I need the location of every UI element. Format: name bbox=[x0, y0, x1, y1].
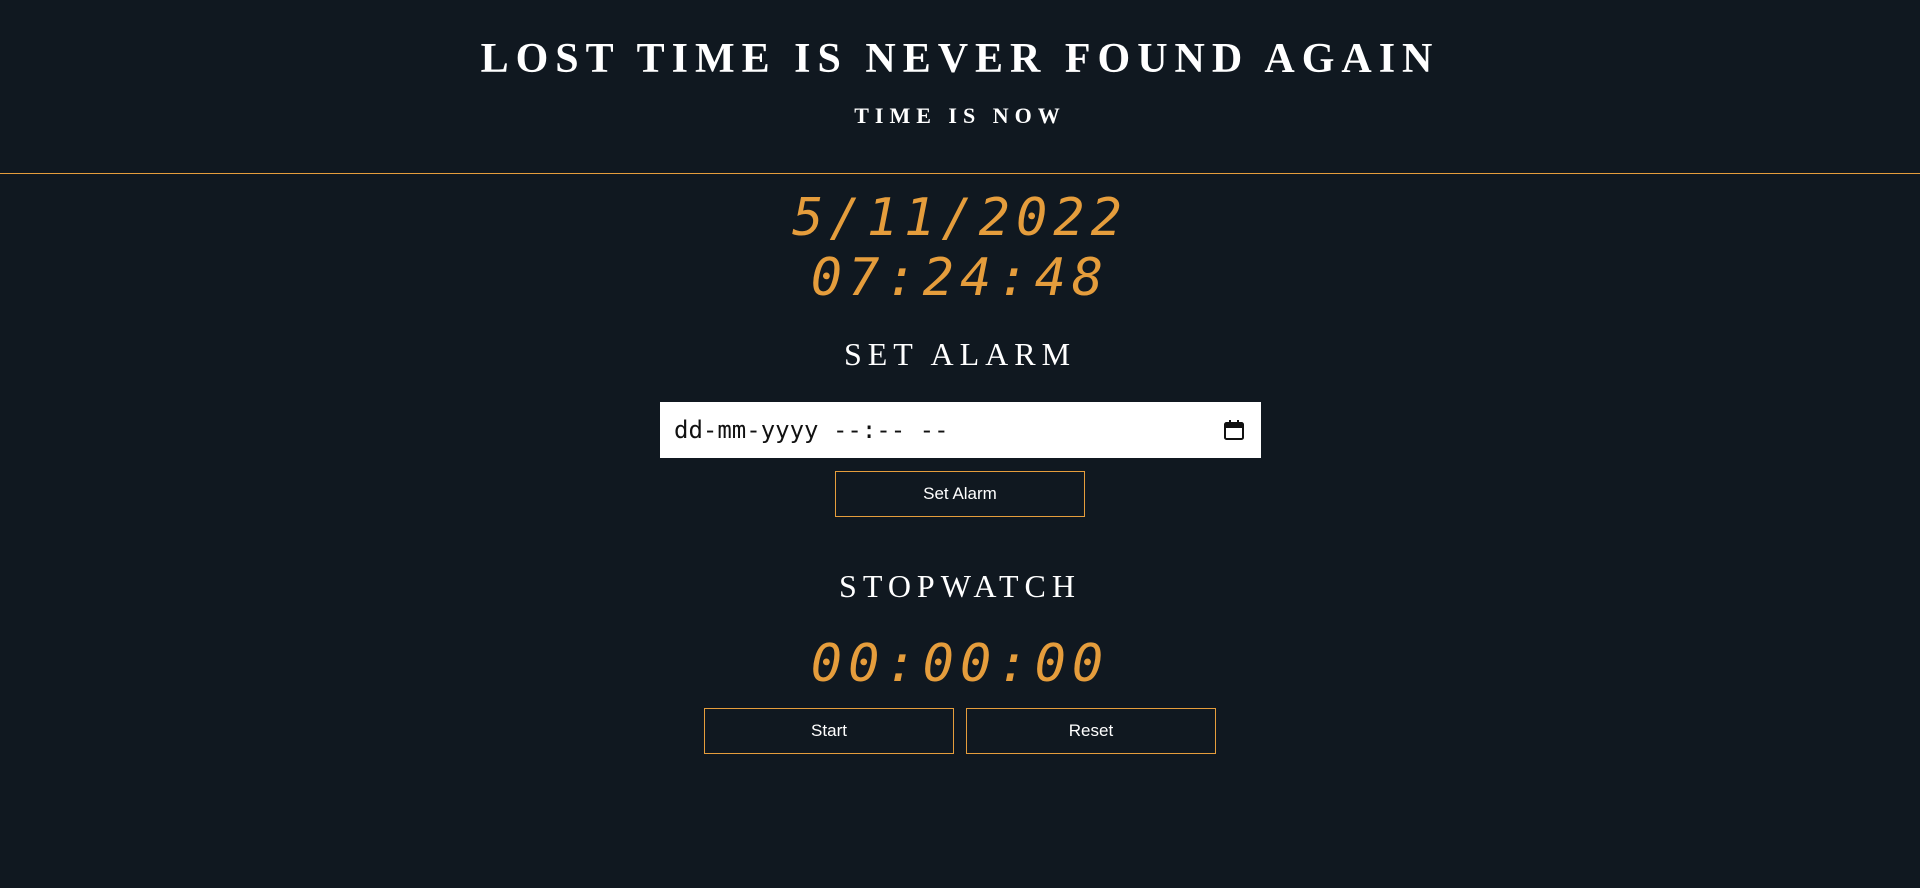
start-button[interactable]: Start bbox=[704, 708, 954, 754]
set-alarm-button[interactable]: Set Alarm bbox=[835, 471, 1085, 517]
page-header: LOST TIME IS NEVER FOUND AGAIN TIME IS N… bbox=[0, 0, 1920, 174]
stopwatch-display: 00:00:00 bbox=[810, 634, 1110, 694]
stopwatch-heading: STOPWATCH bbox=[839, 568, 1081, 604]
alarm-heading: SET ALARM bbox=[843, 336, 1077, 372]
page-title: LOST TIME IS NEVER FOUND AGAIN bbox=[480, 36, 1440, 82]
alarm-datetime-input[interactable] bbox=[660, 402, 1200, 458]
calendar-icon[interactable] bbox=[1223, 419, 1245, 441]
page-subtitle: TIME IS NOW bbox=[854, 103, 1066, 128]
current-time-display: 07:24:48 bbox=[810, 248, 1110, 308]
reset-button[interactable]: Reset bbox=[966, 708, 1216, 754]
alarm-datetime-field bbox=[660, 402, 1261, 458]
current-date-display: 5/11/2022 bbox=[792, 188, 1128, 248]
